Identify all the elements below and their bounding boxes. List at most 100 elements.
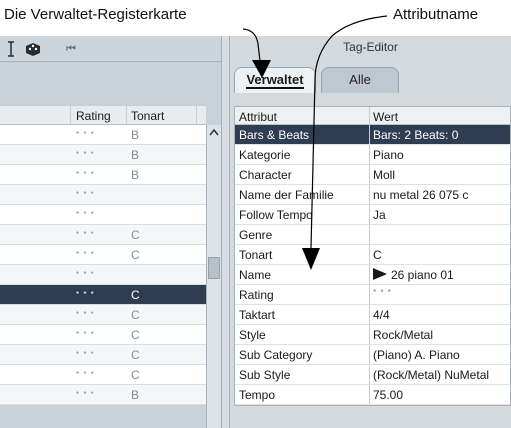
rating-cell: * * * bbox=[76, 390, 95, 399]
attribute-name: Kategorie bbox=[239, 148, 291, 162]
column-header-rating[interactable]: Rating bbox=[76, 109, 111, 123]
attribute-row[interactable]: Rating * * * bbox=[235, 285, 510, 305]
attribute-table-header: Attribut Wert bbox=[235, 107, 510, 125]
attribute-value[interactable]: 75.00 bbox=[373, 388, 403, 402]
tab-alle[interactable]: Alle bbox=[321, 67, 399, 93]
tag-editor-title: Tag-Editor bbox=[343, 40, 398, 54]
attribute-value[interactable]: (Rock/Metal) NuMetal bbox=[373, 368, 489, 382]
attribute-name: Tempo bbox=[239, 388, 276, 402]
vertical-scrollbar[interactable] bbox=[206, 125, 221, 428]
tonart-cell: B bbox=[131, 168, 140, 182]
left-table-body: * * * B * * * B * * * B * * * * * * * * * C * * * C… bbox=[0, 125, 206, 428]
attribute-row[interactable]: Follow Tempo Ja bbox=[235, 205, 510, 225]
rating-cell: * * * bbox=[76, 210, 95, 219]
table-row[interactable]: * * * C bbox=[0, 225, 206, 245]
scroll-thumb[interactable] bbox=[208, 257, 220, 279]
tonart-cell: C bbox=[131, 308, 140, 322]
attribute-name: Sub Style bbox=[239, 368, 291, 382]
attribute-row[interactable]: Style Rock/Metal bbox=[235, 325, 510, 345]
attribute-table-body: Bars & Beats Bars: 2 Beats: 0 Kategorie Pia… bbox=[235, 125, 510, 405]
callout-attribute-name: Attributname bbox=[393, 6, 479, 23]
attribute-value[interactable]: C bbox=[373, 248, 382, 262]
rating-cell: * * * bbox=[76, 230, 95, 239]
attribute-value[interactable]: Ja bbox=[373, 208, 386, 222]
rating-cell: * * * bbox=[76, 330, 95, 339]
left-table-header: Rating Tonart bbox=[0, 106, 206, 125]
attribute-name: Follow Tempo bbox=[239, 208, 313, 222]
table-row[interactable]: * * * bbox=[0, 205, 206, 225]
cursor-icon[interactable] bbox=[6, 41, 16, 57]
attribute-row[interactable]: Name 26 piano 01 bbox=[235, 265, 510, 285]
attribute-row[interactable]: Kategorie Piano bbox=[235, 145, 510, 165]
tonart-cell: B bbox=[131, 128, 140, 142]
table-row[interactable]: * * * C bbox=[0, 285, 206, 305]
attribute-value[interactable]: * * * bbox=[373, 288, 392, 297]
skip-back-icon[interactable]: ⏮ bbox=[66, 41, 76, 57]
pane-splitter[interactable] bbox=[221, 36, 230, 428]
attribute-value[interactable]: (Piano) A. Piano bbox=[373, 348, 460, 362]
attribute-name: Name der Familie bbox=[239, 188, 334, 202]
attribute-row[interactable]: Bars & Beats Bars: 2 Beats: 0 bbox=[235, 125, 510, 145]
attribute-name: Tonart bbox=[239, 248, 273, 262]
column-header-tonart[interactable]: Tonart bbox=[131, 109, 164, 123]
attribute-value[interactable]: 26 piano 01 bbox=[373, 268, 454, 282]
table-row[interactable]: * * * C bbox=[0, 325, 206, 345]
attribute-row[interactable]: Genre bbox=[235, 225, 510, 245]
rating-cell: * * * bbox=[76, 310, 95, 319]
column-header-attribut[interactable]: Attribut bbox=[239, 110, 277, 124]
attribute-row[interactable]: Character Moll bbox=[235, 165, 510, 185]
media-list-pane: ⏮ Rating Tonart * * * B * * * B * * * B * * * *… bbox=[0, 36, 221, 428]
tonart-cell: C bbox=[131, 348, 140, 362]
attribute-name: Genre bbox=[239, 228, 273, 242]
rating-cell: * * * bbox=[76, 370, 95, 379]
attribute-table: Attribut Wert Bars & Beats Bars: 2 Beats:… bbox=[234, 106, 511, 406]
table-row[interactable]: * * * C bbox=[0, 345, 206, 365]
table-row[interactable]: * * * B bbox=[0, 165, 206, 185]
column-header-wert[interactable]: Wert bbox=[373, 110, 398, 124]
dice-icon[interactable] bbox=[24, 41, 42, 57]
tab-verwaltet[interactable]: Verwaltet bbox=[234, 67, 316, 93]
rating-cell: * * * bbox=[76, 250, 95, 259]
attribute-name: Sub Category bbox=[239, 348, 313, 362]
table-row[interactable]: * * * B bbox=[0, 125, 206, 145]
tonart-cell: B bbox=[131, 388, 140, 402]
attribute-row[interactable]: Tonart C bbox=[235, 245, 510, 265]
tonart-cell: B bbox=[131, 148, 140, 162]
table-row[interactable]: * * * B bbox=[0, 145, 206, 165]
table-row[interactable]: * * * C bbox=[0, 305, 206, 325]
attribute-value[interactable]: Bars: 2 Beats: 0 bbox=[373, 128, 458, 142]
attribute-row[interactable]: Sub Category (Piano) A. Piano bbox=[235, 345, 510, 365]
play-icon[interactable] bbox=[373, 268, 387, 280]
attribute-value[interactable]: Piano bbox=[373, 148, 404, 162]
tonart-cell: C bbox=[131, 368, 140, 382]
rating-cell: * * * bbox=[76, 290, 95, 299]
rating-cell: * * * bbox=[76, 270, 95, 279]
attribute-row[interactable]: Sub Style (Rock/Metal) NuMetal bbox=[235, 365, 510, 385]
attribute-name: Name bbox=[239, 268, 272, 282]
tag-editor-pane: Tag-Editor Verwaltet Alle Attribut Wert … bbox=[230, 36, 511, 428]
attribute-value-text: 26 piano 01 bbox=[391, 268, 454, 282]
rating-cell: * * * bbox=[76, 170, 95, 179]
tonart-cell: C bbox=[131, 228, 140, 242]
table-row[interactable]: * * * B bbox=[0, 385, 206, 405]
tonart-cell: C bbox=[131, 288, 140, 302]
attribute-name: Style bbox=[239, 328, 266, 342]
table-row[interactable]: * * * C bbox=[0, 245, 206, 265]
attribute-row[interactable]: Taktart 4/4 bbox=[235, 305, 510, 325]
rating-cell: * * * bbox=[76, 190, 95, 199]
attribute-value[interactable]: nu metal 26 075 c bbox=[373, 188, 468, 202]
rating-cell: * * * bbox=[76, 350, 95, 359]
rating-cell: * * * bbox=[76, 130, 95, 139]
scroll-up-icon bbox=[209, 128, 219, 136]
table-row[interactable]: * * * bbox=[0, 265, 206, 285]
attribute-row[interactable]: Name der Familie nu metal 26 075 c bbox=[235, 185, 510, 205]
attribute-name: Rating bbox=[239, 288, 274, 302]
attribute-value[interactable]: Rock/Metal bbox=[373, 328, 433, 342]
attribute-name: Bars & Beats bbox=[239, 128, 310, 142]
attribute-value[interactable]: 4/4 bbox=[373, 308, 390, 322]
attribute-value[interactable]: Moll bbox=[373, 168, 395, 182]
attribute-name: Taktart bbox=[239, 308, 276, 322]
attribute-row[interactable]: Tempo 75.00 bbox=[235, 385, 510, 405]
table-row[interactable]: * * * bbox=[0, 185, 206, 205]
table-row[interactable]: * * * C bbox=[0, 365, 206, 385]
